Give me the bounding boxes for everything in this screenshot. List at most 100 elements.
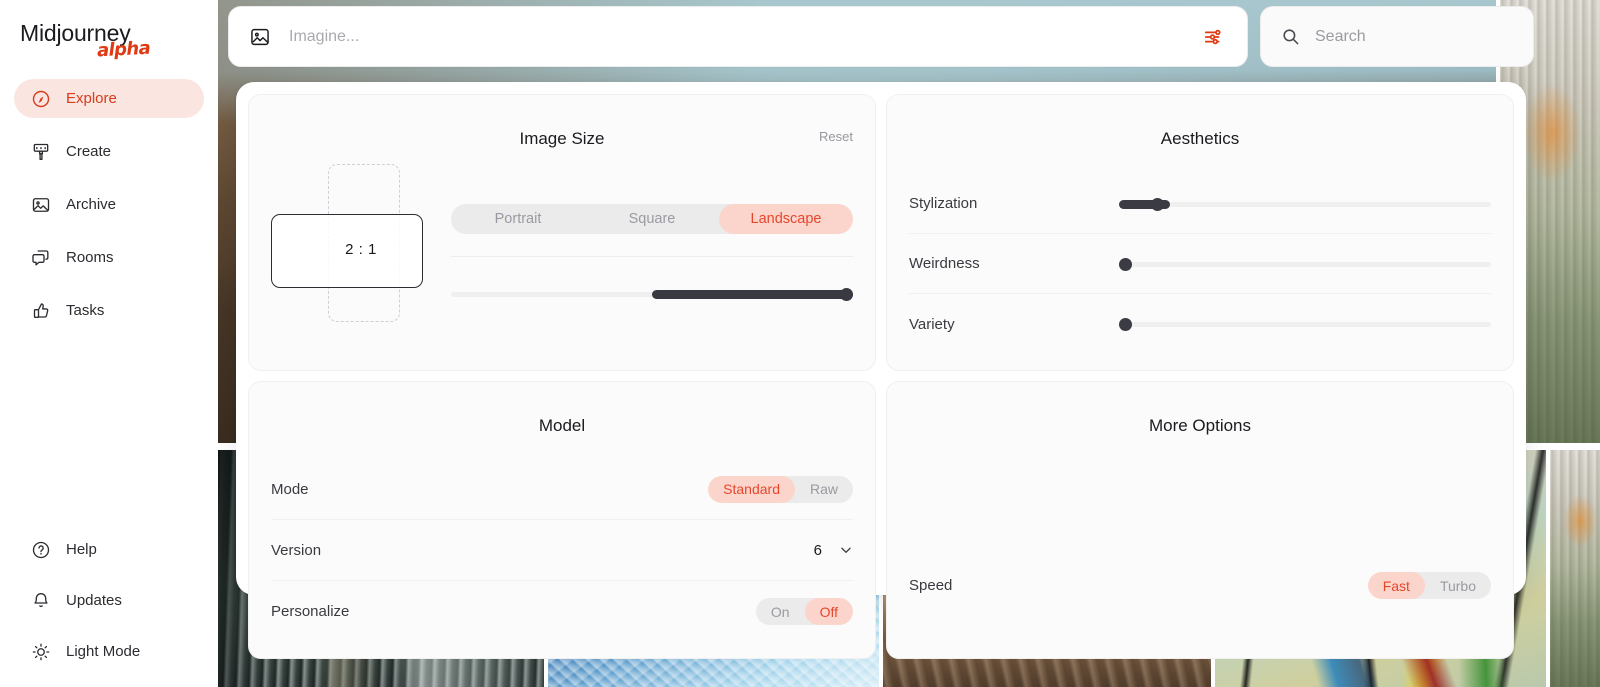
image-icon	[31, 195, 51, 215]
orientation-option-square[interactable]: Square	[585, 204, 719, 234]
sidebar-item-label: Light Mode	[66, 643, 141, 660]
speed-segmented-control: Fast Turbo	[1367, 572, 1491, 599]
mode-option-standard[interactable]: Standard	[708, 475, 795, 503]
sidebar-item-label: Rooms	[66, 249, 114, 266]
weirdness-slider[interactable]	[1119, 257, 1491, 271]
imagine-input[interactable]	[289, 27, 1195, 46]
chevron-down-icon	[839, 543, 853, 557]
image-size-card: Image Size Reset 2 : 1 Portrait Square L…	[248, 94, 876, 371]
sidebar-item-tasks[interactable]: Tasks	[14, 291, 204, 330]
paintbrush-icon	[31, 142, 51, 162]
row-label: Version	[271, 541, 322, 559]
divider	[451, 256, 853, 257]
sidebar-item-label: Create	[66, 143, 112, 160]
search-icon	[1281, 27, 1300, 46]
sidebar-item-updates[interactable]: Updates	[14, 581, 204, 620]
version-dropdown[interactable]: 6	[814, 542, 853, 559]
orientation-option-landscape[interactable]: Landscape	[719, 204, 853, 234]
slider-track	[1119, 322, 1491, 327]
sidebar-nav: Explore Create Archive Rooms Tasks	[14, 79, 204, 344]
slider-row-stylization: Stylization	[909, 174, 1491, 234]
aspect-ratio-label: 2 : 1	[345, 240, 377, 258]
sidebar-item-create[interactable]: Create	[14, 132, 204, 171]
search-input[interactable]	[1315, 27, 1522, 46]
personalize-option-on[interactable]: On	[756, 598, 805, 625]
slider-thumb[interactable]	[840, 288, 853, 301]
variety-slider[interactable]	[1119, 318, 1491, 331]
app-root: Midjourney alpha Explore Create Archive …	[0, 0, 1600, 687]
model-row-version: Version 6	[271, 520, 853, 581]
speed-option-fast[interactable]: Fast	[1367, 572, 1425, 599]
more-options-row-speed: Speed Fast Turbo	[909, 555, 1491, 616]
gallery-image-city-aerial-partial[interactable]	[1550, 450, 1600, 687]
card-title: Model	[538, 416, 586, 435]
row-label: Personalize	[271, 603, 350, 620]
slider-track	[1119, 261, 1491, 267]
row-label: Speed	[909, 577, 953, 594]
bell-icon	[31, 591, 51, 611]
personalize-option-off[interactable]: Off	[804, 598, 853, 625]
slider-label: Stylization	[909, 195, 978, 212]
model-row-personalize: Personalize On Off	[271, 581, 853, 642]
top-bar	[228, 6, 1591, 67]
thumbs-up-icon	[31, 301, 51, 321]
chat-icon	[31, 248, 51, 268]
slider-label: Variety	[909, 315, 955, 333]
sliders-icon[interactable]	[1195, 18, 1233, 56]
sidebar-item-rooms[interactable]: Rooms	[14, 238, 204, 277]
slider-thumb[interactable]	[1150, 197, 1164, 211]
row-label: Mode	[271, 480, 309, 498]
sidebar-item-archive[interactable]: Archive	[14, 185, 204, 224]
slider-track	[1119, 201, 1491, 207]
sidebar-item-help[interactable]: Help	[14, 530, 204, 569]
brand-alpha-tag: alpha	[96, 37, 151, 62]
reset-link[interactable]: Reset	[819, 129, 853, 144]
imagine-bar[interactable]	[228, 6, 1248, 67]
search-bar[interactable]	[1260, 6, 1534, 67]
slider-thumb[interactable]	[1119, 318, 1132, 331]
version-value: 6	[813, 541, 822, 559]
question-circle-icon	[31, 540, 51, 560]
slider-row-weirdness: Weirdness	[909, 234, 1491, 294]
orientation-segmented-control: Portrait Square Landscape	[451, 204, 853, 234]
aesthetics-sliders: Stylization Weirdness Variety	[909, 174, 1491, 354]
aspect-ratio-slider[interactable]	[451, 288, 853, 301]
sidebar-item-explore[interactable]: Explore	[14, 79, 204, 118]
card-title: More Options	[1148, 416, 1252, 435]
sidebar-item-label: Updates	[66, 592, 122, 609]
more-options-rows: Speed Fast Turbo	[909, 459, 1491, 616]
mode-option-raw[interactable]: Raw	[795, 476, 853, 503]
model-card: Model Mode Standard Raw Version 6 Person…	[248, 381, 876, 659]
slider-thumb[interactable]	[1119, 257, 1132, 271]
sidebar-item-label: Archive	[66, 196, 117, 213]
slider-label: Weirdness	[909, 255, 980, 272]
brand-logo: Midjourney alpha	[20, 20, 200, 61]
slider-fill	[652, 290, 853, 299]
aspect-ratio-preview: 2 : 1	[271, 164, 451, 334]
aesthetics-card: Aesthetics Stylization Weirdness Variety	[886, 94, 1514, 371]
compass-icon	[31, 89, 51, 109]
settings-panel: Image Size Reset 2 : 1 Portrait Square L…	[236, 82, 1526, 659]
image-size-body: 2 : 1 Portrait Square Landscape	[271, 164, 853, 334]
sidebar-nav-bottom: Help Updates Light Mode	[14, 530, 204, 671]
stylization-slider[interactable]	[1119, 197, 1491, 211]
card-title: Image Size	[519, 129, 605, 148]
model-row-mode: Mode Standard Raw	[271, 459, 853, 520]
model-rows: Mode Standard Raw Version 6 Personalize …	[271, 459, 853, 642]
image-icon	[249, 26, 271, 48]
orientation-option-portrait[interactable]: Portrait	[451, 204, 585, 234]
sidebar-item-label: Help	[66, 541, 97, 558]
sidebar-item-light-mode[interactable]: Light Mode	[14, 632, 204, 671]
sidebar-item-label: Tasks	[66, 302, 105, 319]
image-size-controls: Portrait Square Landscape	[451, 164, 853, 301]
sidebar: Midjourney alpha Explore Create Archive …	[0, 0, 218, 687]
more-options-card: More Options Speed Fast Turbo	[886, 381, 1514, 659]
sun-icon	[31, 642, 51, 662]
personalize-segmented-control: On Off	[755, 598, 853, 625]
slider-row-variety: Variety	[909, 294, 1491, 354]
mode-segmented-control: Standard Raw	[708, 475, 853, 503]
sidebar-item-label: Explore	[66, 90, 117, 107]
card-title: Aesthetics	[1160, 129, 1240, 148]
speed-option-turbo[interactable]: Turbo	[1425, 572, 1491, 599]
